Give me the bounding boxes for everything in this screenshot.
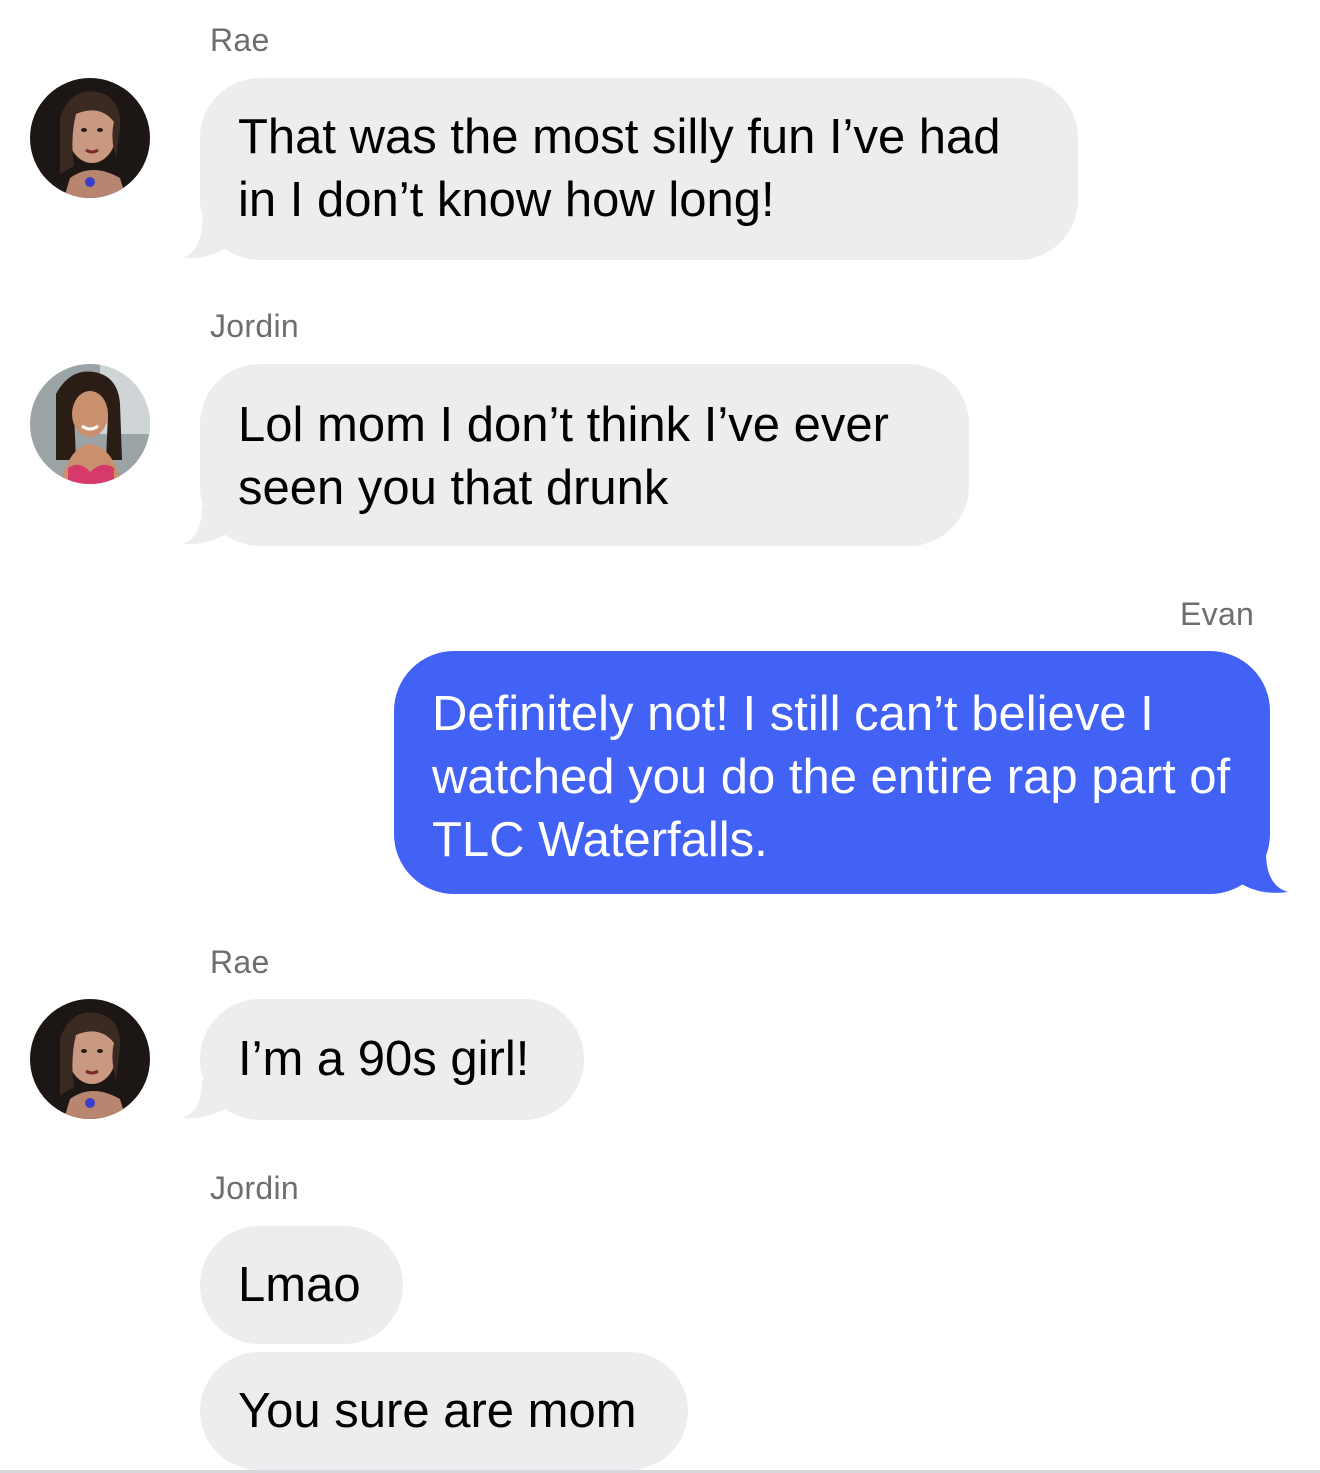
sender-name: Jordin xyxy=(210,1170,299,1206)
avatar-rae[interactable] xyxy=(30,78,150,198)
message-text: Lol mom I don’t think I’ve ever seen you… xyxy=(238,398,889,515)
bubble-tail xyxy=(1238,852,1288,893)
message-bubble[interactable]: You sure are mom xyxy=(200,1352,688,1470)
message-text: That was the most silly fun I’ve had in … xyxy=(238,110,1001,227)
avatar-jordin[interactable] xyxy=(30,364,150,484)
sender-name: Rae xyxy=(210,944,270,980)
sender-name: Evan xyxy=(1180,596,1255,632)
bubble-tail xyxy=(182,220,230,259)
message-bubble[interactable]: I’m a 90s girl! xyxy=(200,999,584,1120)
bubble-tail xyxy=(182,506,230,545)
message-bubble[interactable]: Lol mom I don’t think I’ve ever seen you… xyxy=(200,364,969,546)
bubble-tail xyxy=(182,1080,230,1119)
sender-name: Rae xyxy=(210,22,270,58)
avatar-rae[interactable] xyxy=(30,999,150,1119)
message-text: Lmao xyxy=(238,1258,361,1312)
message-text: I’m a 90s girl! xyxy=(238,1032,530,1086)
message-text: You sure are mom xyxy=(238,1384,637,1438)
sender-name: Jordin xyxy=(210,308,299,344)
message-bubble-sent[interactable]: Definitely not! I still can’t believe I … xyxy=(394,651,1270,894)
message-text: Definitely not! I still can’t believe I … xyxy=(432,687,1231,867)
message-bubble[interactable]: That was the most silly fun I’ve had in … xyxy=(200,78,1078,260)
message-bubble[interactable]: Lmao xyxy=(200,1226,403,1344)
